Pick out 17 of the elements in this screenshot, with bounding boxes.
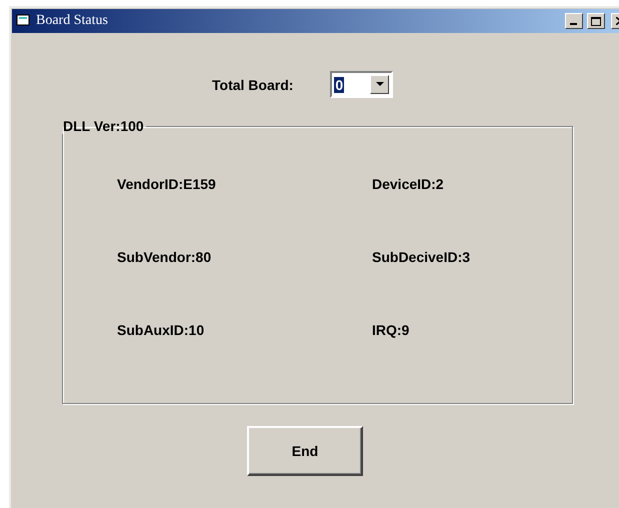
board-info-label: DeviceID:2 xyxy=(372,176,445,192)
board-info-label: VendorID:E159 xyxy=(117,176,217,192)
maximize-button[interactable] xyxy=(587,13,605,29)
caret-icon xyxy=(376,82,384,87)
end-button[interactable]: End xyxy=(247,426,363,476)
minimize-button[interactable] xyxy=(565,13,583,29)
board-info-label: SubVendor:80 xyxy=(117,249,212,265)
dropdown-arrow-button[interactable] xyxy=(370,75,390,94)
window-icon xyxy=(16,14,32,28)
board-info-label: SubAuxID:10 xyxy=(117,322,206,338)
board-info-label: SubDeciveID:3 xyxy=(372,249,472,265)
maximize-icon xyxy=(591,16,601,26)
group-caption: DLL Ver:100 xyxy=(62,118,145,134)
board-info-label: IRQ:9 xyxy=(372,322,410,338)
total-board-dropdown[interactable]: 0 xyxy=(330,71,394,98)
total-board-label: Total Board: xyxy=(212,76,294,92)
window-title: Board Status xyxy=(36,13,109,29)
